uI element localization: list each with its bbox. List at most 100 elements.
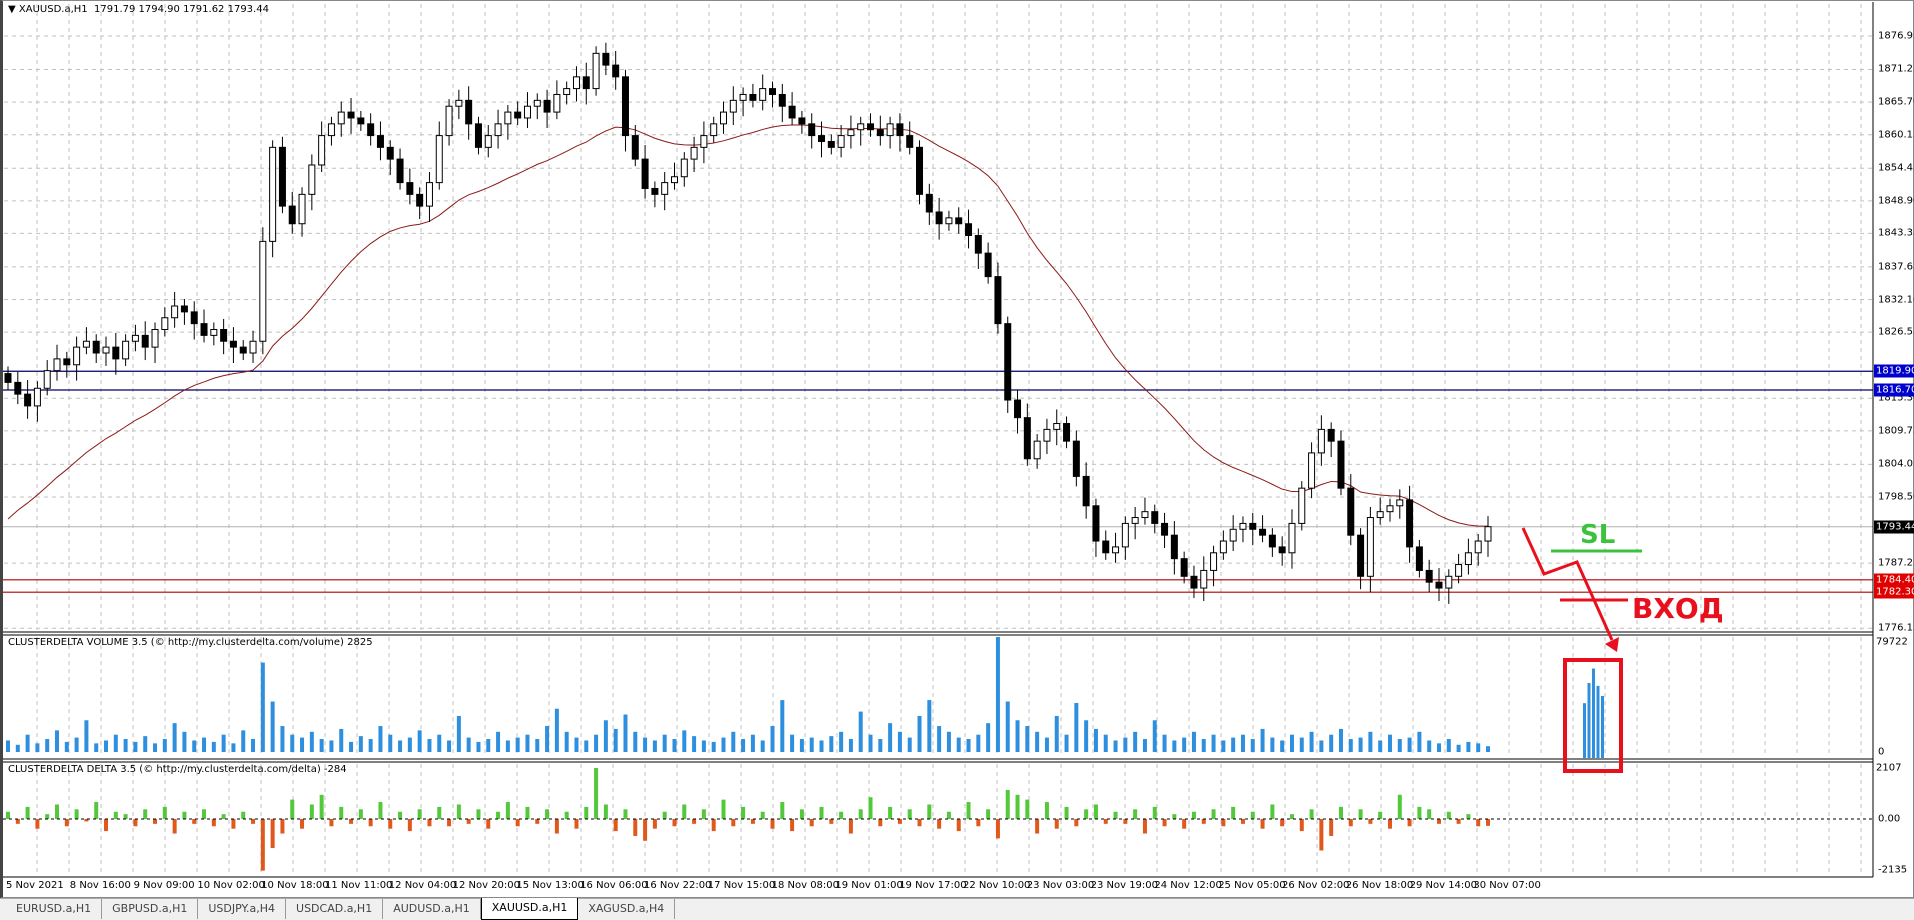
- candle-body: [621, 76, 629, 137]
- candle-body: [631, 135, 639, 160]
- volume-bar: [231, 743, 236, 752]
- time-tick-label: 25 Nov 05:00: [1218, 880, 1286, 891]
- delta-bar: [1338, 806, 1343, 819]
- candle-body: [1092, 505, 1100, 542]
- volume-bar: [1299, 737, 1304, 752]
- tab-audusd-a-h1[interactable]: AUDUSD.a,H1: [383, 899, 481, 919]
- volume-bar: [221, 734, 226, 752]
- candle-body: [435, 135, 443, 184]
- volume-bar: [662, 734, 667, 752]
- volume-bar: [329, 740, 334, 752]
- candle-body: [514, 111, 522, 119]
- volume-bar: [1231, 737, 1236, 752]
- candle-body: [200, 323, 208, 336]
- candle-body: [367, 123, 375, 137]
- volume-bar: [1486, 746, 1490, 752]
- volume-bar: [398, 740, 403, 752]
- delta-bar: [1015, 794, 1020, 819]
- candle-body: [1406, 499, 1414, 548]
- tab-gbpusd-a-h1[interactable]: GBPUSD.a,H1: [102, 899, 199, 919]
- time-tick-label: 16 Nov 22:00: [644, 880, 712, 891]
- price-tick-label: 1776.15: [1878, 622, 1914, 634]
- delta-bar: [1476, 819, 1481, 827]
- delta-bar: [1074, 819, 1079, 827]
- candle-body: [455, 99, 463, 107]
- candle-body: [73, 346, 81, 366]
- tab-eurusd-a-h1[interactable]: EURUSD.a,H1: [6, 899, 103, 919]
- candle-body: [102, 346, 110, 354]
- delta-bar: [1231, 806, 1236, 819]
- horizontal-levels[interactable]: [3, 370, 1873, 593]
- delta-bar: [104, 819, 109, 832]
- tab-usdjpy-a-h4[interactable]: USDJPY.a,H4: [198, 899, 287, 919]
- delta-bar: [280, 819, 285, 834]
- delta-bar: [1280, 819, 1285, 827]
- candle-body: [171, 305, 179, 319]
- delta-bar: [1407, 819, 1412, 827]
- delta-bar: [398, 811, 403, 819]
- delta-bar: [447, 819, 452, 827]
- volume-bar: [143, 736, 148, 752]
- time-tick-label: 17 Nov 15:00: [707, 880, 776, 891]
- delta-bar: [731, 819, 736, 827]
- tab-xauusd-a-h1[interactable]: XAUUSD.a,H1: [480, 898, 579, 920]
- delta-bar: [1240, 819, 1245, 824]
- time-tick-label: 9 Nov 09:00: [133, 880, 195, 891]
- volume-bar: [976, 734, 981, 752]
- symbol-label: XAUUSD.a,H1: [18, 4, 88, 15]
- volume-bar: [809, 737, 814, 752]
- time-tick-label: 26 Nov 18:00: [1345, 880, 1414, 891]
- delta-bar: [770, 819, 775, 829]
- delta-bar: [466, 819, 471, 824]
- candle-body: [288, 205, 296, 225]
- candle-body: [1082, 475, 1090, 507]
- time-tick-label: 10 Nov 18:00: [261, 880, 329, 891]
- volume-bar: [692, 736, 697, 752]
- delta-bar: [1133, 809, 1138, 819]
- delta-bar: [1436, 819, 1441, 824]
- volume-bar: [1280, 740, 1285, 752]
- candle-body: [729, 99, 737, 113]
- delta-bar: [1152, 806, 1157, 819]
- volume-bar: [721, 737, 726, 752]
- volume-bar: [652, 740, 657, 752]
- volume-bar: [574, 737, 579, 752]
- highlighted-volume-bars: [1583, 668, 1604, 758]
- candle-body: [1268, 534, 1276, 548]
- delta-bar: [1113, 811, 1118, 819]
- volume-bar: [309, 731, 314, 752]
- delta-bar: [339, 806, 344, 819]
- time-axis: 5 Nov 2021 8 Nov 16:00 9 Nov 09:00 10 Nov 0…: [0, 879, 1874, 895]
- candles: [4, 42, 1492, 604]
- tab-usdcad-a-h1[interactable]: USDCAD.a,H1: [286, 899, 384, 919]
- volume-bar: [790, 734, 795, 752]
- candle-body: [1063, 423, 1071, 442]
- candle-body: [1210, 552, 1218, 571]
- delta-bar: [45, 814, 50, 819]
- candle-body: [504, 111, 512, 125]
- volume-bar: [799, 739, 804, 752]
- volume-bar: [1378, 740, 1383, 752]
- candle-body: [1288, 522, 1296, 554]
- delta-bar: [927, 804, 932, 819]
- delta-bar: [937, 819, 942, 829]
- volume-bar: [966, 739, 971, 752]
- delta-bar: [839, 811, 844, 819]
- candle-body: [661, 182, 669, 195]
- volume-bar: [270, 701, 275, 752]
- volume-bar: [113, 734, 118, 752]
- delta-bar: [1025, 799, 1030, 819]
- symbol-tabs: EURUSD.a,H1 GBPUSD.a,H1 USDJPY.a,H4 USDCAD.…: [0, 898, 1914, 920]
- volume-bar: [986, 723, 991, 752]
- volume-bar: [368, 739, 373, 752]
- volume-bar: [1035, 731, 1040, 752]
- volume-bar: [447, 740, 452, 752]
- candle-body: [269, 146, 277, 242]
- delta-bar: [790, 819, 795, 832]
- tab-xagusd-a-h4[interactable]: XAGUSD.a,H4: [578, 899, 676, 919]
- volume-bar: [123, 739, 128, 752]
- volume-bar: [1358, 737, 1363, 752]
- price-tick-label: 1832.10: [1878, 294, 1914, 306]
- dropdown-triangle-icon[interactable]: ▼: [8, 4, 16, 15]
- delta-bar: [427, 819, 432, 827]
